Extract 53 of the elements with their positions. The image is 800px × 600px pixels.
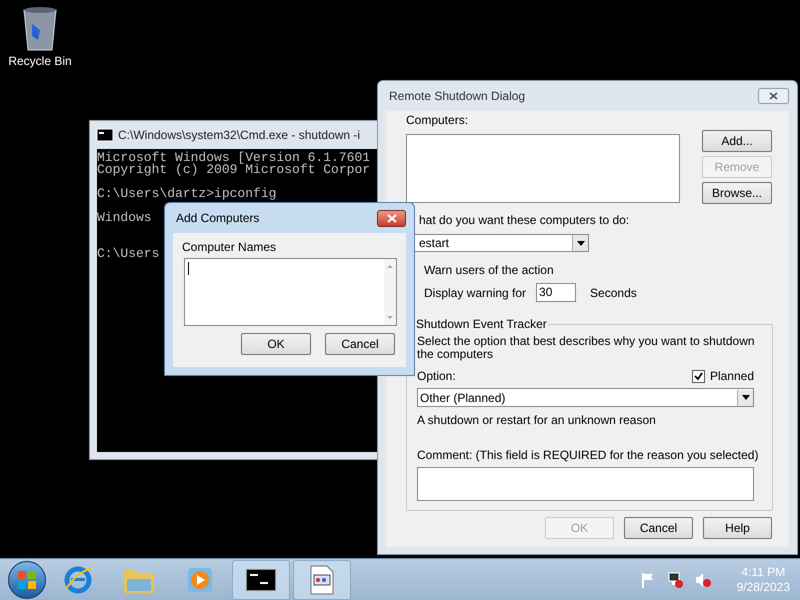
window-title: Add Computers	[176, 210, 260, 227]
window-title: C:\Windows\system32\Cmd.exe - shutdown -i	[118, 127, 360, 144]
start-button[interactable]	[8, 560, 46, 598]
field-label: Option:	[417, 368, 456, 385]
close-button[interactable]	[377, 210, 406, 226]
taskbar-button[interactable]	[293, 560, 351, 600]
console-line: Windows	[97, 212, 152, 224]
desktop-icon-label[interactable]: Recycle Bin	[8, 54, 72, 68]
close-icon	[386, 214, 396, 222]
close-icon	[769, 92, 778, 100]
dropdown-arrow-icon	[576, 240, 584, 246]
field-label: Comment: (This field is REQUIRED for the reason you selected)	[417, 448, 760, 462]
dialog-button[interactable]: Cancel	[624, 517, 693, 539]
dialog-button[interactable]: Browse...	[702, 182, 772, 204]
group-title: Shutdown Event Tracker	[415, 317, 548, 331]
comment-field[interactable]	[417, 467, 754, 501]
console-icon	[246, 568, 276, 590]
speaker-muted-icon[interactable]	[694, 572, 711, 588]
checkbox-label[interactable]: Warn users of the action	[424, 263, 772, 277]
dialog-button[interactable]: Help	[703, 517, 772, 539]
computers-list[interactable]	[406, 134, 680, 203]
dialog-button[interactable]: Add...	[702, 130, 772, 152]
console-line: Copyright (c) 2009 Microsoft Corpor	[97, 164, 370, 176]
reason-text: A shutdown or restart for an unknown reason	[417, 413, 657, 427]
checkmark-icon	[694, 372, 703, 380]
network-error-icon[interactable]	[666, 572, 683, 588]
windows-logo-icon	[17, 570, 37, 590]
field-label: hat do you want these computers to do:	[419, 213, 630, 227]
close-button[interactable]	[758, 88, 789, 104]
taskbar-button[interactable]	[232, 560, 290, 600]
description-text: Select the option that best describes why you want to shutdown the computers	[417, 335, 756, 361]
computer-names-field[interactable]	[184, 258, 397, 326]
option-dropdown[interactable]: Other (Planned)	[417, 388, 754, 407]
field-label: Computer Names	[182, 240, 278, 254]
dialog-button[interactable]: OK	[241, 333, 311, 355]
document-window-icon	[310, 564, 334, 594]
console-line: C:\Users\dartz>ipconfig	[97, 188, 276, 200]
console-icon	[97, 129, 113, 141]
scrollbar-drawing	[384, 259, 396, 325]
checkbox[interactable]	[692, 370, 705, 382]
window-title: Remote Shutdown Dialog	[389, 88, 526, 105]
field-label: Display warning for	[424, 284, 526, 302]
console-line: Microsoft Windows [Version 6.1.7601	[97, 152, 370, 164]
browser-e-icon	[63, 564, 93, 594]
trash-bin-icon[interactable]	[22, 6, 58, 52]
checkbox-label[interactable]: Planned	[710, 367, 754, 385]
seconds-field[interactable]: 30	[536, 283, 576, 302]
console-line: C:\Users	[97, 248, 160, 260]
dropdown-arrow-icon	[742, 395, 750, 400]
dialog-button[interactable]: Cancel	[325, 333, 395, 355]
play-icon	[187, 566, 213, 592]
field-label: Computers:	[406, 113, 470, 127]
field-label: Seconds	[590, 284, 637, 302]
